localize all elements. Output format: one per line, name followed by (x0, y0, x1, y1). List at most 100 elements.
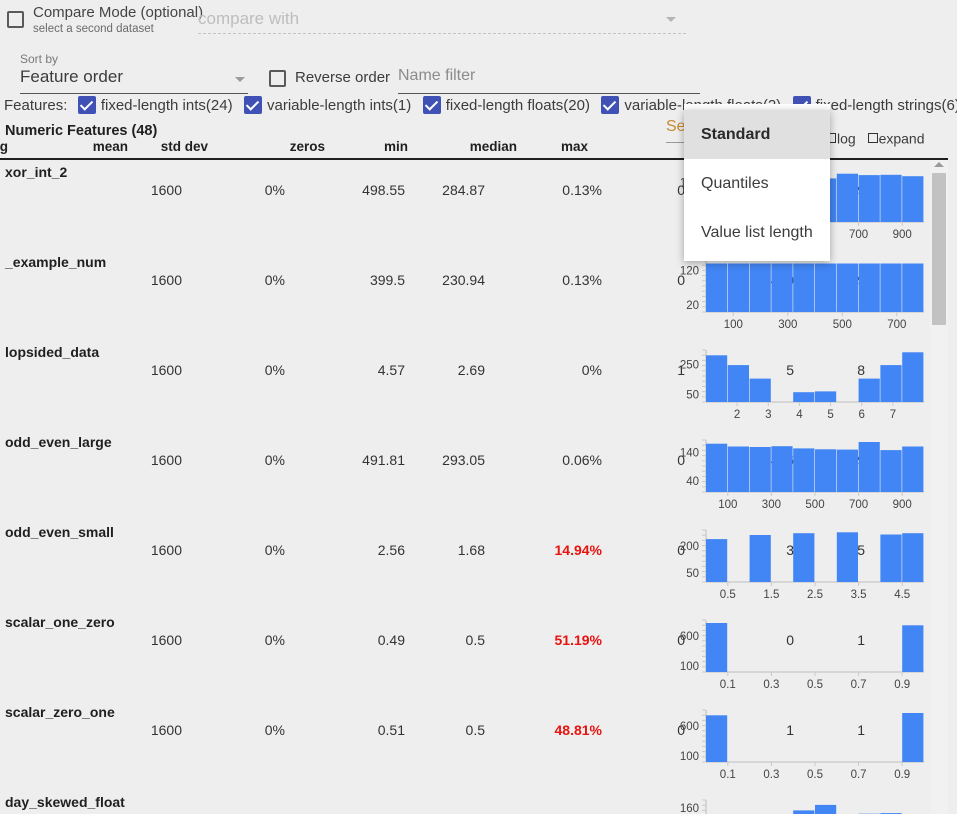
menu-item-value-list-length[interactable]: Value list length (684, 208, 830, 257)
table-row[interactable]: scalar_zero_one16000%0.510.548.81%011100… (0, 700, 957, 790)
checkbox-checked-icon[interactable] (601, 96, 619, 114)
cell-count: 1600 (92, 632, 182, 648)
svg-text:900: 900 (893, 499, 912, 511)
log-scale-toggle[interactable]: log (826, 129, 856, 146)
cell-mean: 399.5 (315, 272, 405, 288)
cell-count: 1600 (92, 182, 182, 198)
menu-item-quantiles[interactable]: Quantiles (684, 159, 830, 208)
svg-text:200: 200 (680, 541, 699, 553)
expand-toggle[interactable]: expand (868, 129, 925, 146)
histogram-day_skewed_float[interactable]: 160 (672, 796, 930, 814)
feature-name: scalar_zero_one (5, 704, 115, 720)
svg-text:300: 300 (778, 319, 797, 331)
feature-filter-label: variable-length ints(1) (267, 97, 411, 114)
histogram-lopsided_data[interactable]: 50250234567 (672, 346, 930, 424)
table-row[interactable]: lopsided_data16000%4.572.690%15850250234… (0, 340, 957, 430)
checkbox-checked-icon[interactable] (78, 96, 96, 114)
feature-name: _example_num (5, 254, 106, 270)
histogram-scalar_zero_one[interactable]: 1006000.10.30.50.70.9 (672, 706, 930, 784)
feature-filter-fixed-length-ints[interactable]: fixed-length ints(24) (78, 96, 233, 114)
name-filter-input[interactable]: Name filter (398, 67, 700, 93)
svg-text:0.7: 0.7 (851, 769, 867, 781)
compare-mode-subtitle: select a second dataset (33, 23, 154, 35)
sort-by-label: Sort by (20, 52, 58, 66)
cell-mean: 498.55 (315, 182, 405, 198)
svg-text:5: 5 (827, 409, 833, 421)
menu-item-standard[interactable]: Standard (684, 110, 830, 159)
svg-text:2.5: 2.5 (807, 589, 823, 601)
svg-text:50: 50 (686, 568, 699, 580)
compare-with-select[interactable]: compare with (198, 6, 686, 34)
svg-text:0.1: 0.1 (720, 769, 736, 781)
feature-filter-fixed-length-floats[interactable]: fixed-length floats(20) (423, 96, 590, 114)
cell-zeros: 0.06% (512, 452, 602, 468)
histogram-odd_even_small[interactable]: 502000.51.52.53.54.5 (672, 526, 930, 604)
checkbox-checked-icon[interactable] (244, 96, 262, 114)
chart-type-dropdown-menu[interactable]: StandardQuantilesValue list length (684, 110, 830, 261)
compare-with-underline (198, 33, 686, 34)
svg-text:120: 120 (680, 265, 699, 277)
column-header-mean[interactable]: mean (38, 139, 128, 154)
column-header-zeros[interactable]: zeros (235, 139, 325, 154)
column-header-min[interactable]: min (318, 139, 408, 154)
cell-count: 1600 (92, 362, 182, 378)
svg-text:250: 250 (680, 359, 699, 371)
checkbox-checked-icon[interactable] (423, 96, 441, 114)
histogram-odd_even_large[interactable]: 40140100300500700900 (672, 436, 930, 514)
chart-display-options: log expand (826, 129, 933, 146)
cell-std-dev: 0.5 (395, 632, 485, 648)
sort-row: Sort by Feature order Reverse order Name… (0, 48, 957, 93)
cell-mean: 0.51 (315, 722, 405, 738)
column-header-max[interactable]: max (498, 139, 588, 154)
table-row[interactable]: odd_even_large16000%491.81293.050.06%048… (0, 430, 957, 520)
svg-text:0.5: 0.5 (720, 589, 736, 601)
svg-text:700: 700 (849, 229, 868, 241)
svg-text:0.9: 0.9 (894, 679, 910, 691)
reverse-order-checkbox[interactable] (269, 70, 286, 87)
chevron-down-icon (666, 17, 676, 22)
svg-text:0.3: 0.3 (763, 679, 779, 691)
compare-mode-checkbox[interactable] (7, 11, 24, 28)
cell-zeros: 14.94% (512, 542, 602, 558)
histogram-_example_num[interactable]: 20120100300500700 (672, 256, 930, 334)
expand-label: expand (879, 130, 925, 146)
cell-mean: 2.56 (315, 542, 405, 558)
scrollbar-thumb[interactable] (932, 173, 946, 325)
svg-text:3.5: 3.5 (851, 589, 867, 601)
cell-count: 1600 (92, 452, 182, 468)
cell-missing: 0% (195, 542, 285, 558)
facets-overview-panel: Compare Mode (optional) select a second … (0, 0, 957, 814)
feature-filter-variable-length-ints[interactable]: variable-length ints(1) (244, 96, 411, 114)
cell-missing: 0% (195, 182, 285, 198)
feature-name: xor_int_2 (5, 164, 67, 180)
svg-text:700: 700 (849, 499, 868, 511)
svg-text:50: 50 (686, 390, 699, 402)
vertical-scrollbar[interactable] (930, 160, 948, 814)
chevron-down-icon[interactable] (235, 77, 245, 82)
histogram-scalar_one_zero[interactable]: 1006000.10.30.50.70.9 (672, 616, 930, 694)
numeric-features-title: Numeric Features (48) (5, 123, 157, 139)
cell-count: 1600 (92, 722, 182, 738)
svg-text:2: 2 (734, 409, 740, 421)
column-header-std-dev[interactable]: std dev (118, 139, 208, 154)
cell-zeros: 48.81% (512, 722, 602, 738)
column-header-missing[interactable]: missing (0, 139, 8, 154)
scroll-up-arrow-icon[interactable] (934, 162, 944, 167)
svg-text:500: 500 (833, 319, 852, 331)
sort-by-select[interactable]: Feature order (20, 67, 123, 87)
features-label: Features: (0, 97, 73, 114)
svg-text:7: 7 (890, 409, 896, 421)
table-row[interactable]: odd_even_small16000%2.561.6814.94%035502… (0, 520, 957, 610)
svg-text:0.9: 0.9 (894, 769, 910, 781)
table-row[interactable]: scalar_one_zero16000%0.490.551.19%001100… (0, 610, 957, 700)
svg-text:6: 6 (858, 409, 864, 421)
table-row[interactable]: day_skewed_float160 (0, 790, 957, 814)
table-row[interactable]: _example_num16000%399.5230.940.13%040079… (0, 250, 957, 340)
cell-zeros: 0.13% (512, 272, 602, 288)
checkbox-icon[interactable] (868, 133, 878, 143)
feature-name: scalar_one_zero (5, 614, 115, 630)
reverse-order-label: Reverse order (295, 69, 390, 86)
table-header: count missing mean std dev zeros min med… (0, 139, 680, 160)
svg-text:600: 600 (680, 631, 699, 643)
svg-text:500: 500 (805, 499, 824, 511)
